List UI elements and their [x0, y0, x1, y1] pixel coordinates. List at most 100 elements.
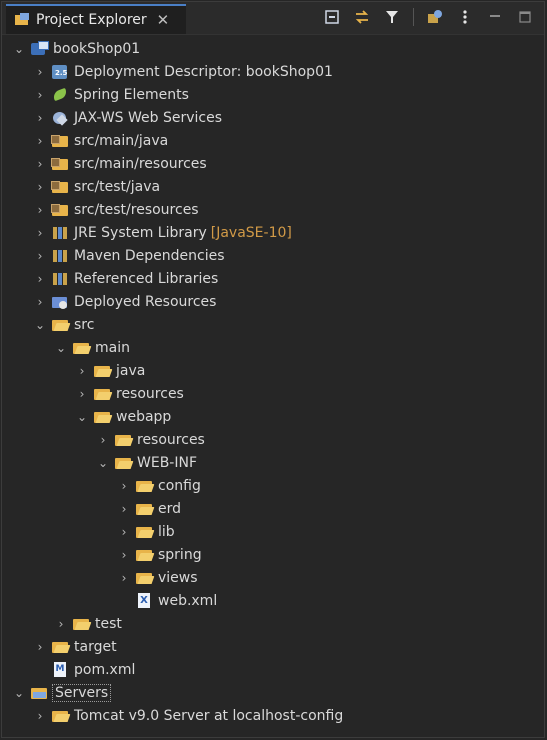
tree-item-webapp-resources[interactable]: › resources: [96, 428, 205, 451]
folder-icon: [72, 616, 90, 632]
minimize-icon[interactable]: [486, 8, 504, 26]
tree-item-label: Deployment Descriptor: bookShop01: [74, 63, 333, 80]
chevron-down-icon[interactable]: ⌄: [12, 685, 26, 701]
jre-version-decoration: [JavaSE-10]: [210, 224, 292, 241]
source-folder-icon: [51, 133, 69, 149]
tab-title: Project Explorer: [36, 12, 147, 28]
tree-item-src-main-java[interactable]: › src/main/java: [33, 129, 169, 152]
maximize-icon[interactable]: [516, 8, 534, 26]
folder-icon: [51, 639, 69, 655]
close-icon[interactable]: ✕: [157, 12, 170, 28]
project-explorer-view: Project Explorer ✕ ⌄ bookShop01 › 2.5 De…: [1, 1, 545, 738]
tree-item-config[interactable]: › config: [117, 474, 201, 497]
chevron-right-icon[interactable]: ›: [33, 87, 47, 103]
view-toolbar: Project Explorer ✕: [2, 2, 544, 35]
chevron-right-icon[interactable]: ›: [117, 547, 131, 563]
tree-item-label: Spring Elements: [74, 86, 189, 103]
chevron-right-icon[interactable]: ›: [117, 501, 131, 517]
tree-item-label: spring: [158, 546, 202, 563]
chevron-right-icon[interactable]: ›: [33, 225, 47, 241]
library-icon: [51, 248, 69, 264]
tree-item-jax-ws[interactable]: › JAX-WS Web Services: [33, 106, 222, 129]
chevron-right-icon[interactable]: ›: [117, 524, 131, 540]
view-menu-icon[interactable]: [456, 8, 474, 26]
folder-icon: [135, 501, 153, 517]
tree-item-test[interactable]: › test: [54, 612, 122, 635]
tree-item-src[interactable]: ⌄ src: [33, 313, 94, 336]
tree-item-web-xml[interactable]: web.xml: [117, 589, 217, 612]
toolbar-separator: [413, 8, 414, 26]
tree-item-java[interactable]: › java: [75, 359, 146, 382]
source-folder-icon: [51, 202, 69, 218]
folder-icon: [72, 340, 90, 356]
tree-item-src-test-java[interactable]: › src/test/java: [33, 175, 161, 198]
chevron-right-icon[interactable]: ›: [75, 363, 89, 379]
tree-item-label: main: [95, 339, 130, 356]
tree-item-tomcat-config[interactable]: › Tomcat v9.0 Server at localhost-config: [33, 704, 344, 727]
chevron-right-icon[interactable]: ›: [117, 570, 131, 586]
tree-item-servers[interactable]: ⌄ Servers: [12, 681, 112, 704]
tree-item-deployed-resources[interactable]: › Deployed Resources: [33, 290, 217, 313]
chevron-right-icon[interactable]: ›: [33, 248, 47, 264]
tree-item-label: config: [158, 477, 201, 494]
tree-item-spring-elements[interactable]: › Spring Elements: [33, 83, 189, 106]
focus-icon[interactable]: [426, 8, 444, 26]
tree-item-maven-dependencies[interactable]: › Maven Dependencies: [33, 244, 225, 267]
source-folder-icon: [51, 179, 69, 195]
tree-item-label: webapp: [116, 408, 172, 425]
tree-item-erd[interactable]: › erd: [117, 497, 181, 520]
collapse-all-icon[interactable]: [323, 8, 341, 26]
tree-item-web-inf[interactable]: ⌄ WEB-INF: [96, 451, 197, 474]
link-with-editor-icon[interactable]: [353, 8, 371, 26]
tree-item-label: src/main/java: [74, 132, 169, 149]
tree-item-deployment-descriptor[interactable]: › Deployment Descriptor: bookShop01: [33, 60, 333, 83]
tree-item-bookshop01[interactable]: ⌄ bookShop01: [12, 37, 140, 60]
tree-item-webapp[interactable]: ⌄ webapp: [75, 405, 171, 428]
chevron-right-icon[interactable]: ›: [75, 386, 89, 402]
chevron-right-icon[interactable]: ›: [96, 432, 110, 448]
servers-folder-icon: [30, 685, 48, 701]
tree-item-resources[interactable]: › resources: [75, 382, 184, 405]
tree-item-spring[interactable]: › spring: [117, 543, 202, 566]
tree-item-target[interactable]: › target: [33, 635, 117, 658]
chevron-right-icon[interactable]: ›: [33, 202, 47, 218]
chevron-right-icon[interactable]: ›: [54, 616, 68, 632]
chevron-down-icon[interactable]: ⌄: [12, 41, 26, 57]
tree-item-jre-system-library[interactable]: › JRE System Library [JavaSE-10]: [33, 221, 292, 244]
chevron-right-icon[interactable]: ›: [33, 294, 47, 310]
tree-item-label: bookShop01: [53, 40, 141, 57]
chevron-right-icon[interactable]: ›: [33, 708, 47, 724]
chevron-right-icon[interactable]: ›: [33, 271, 47, 287]
chevron-right-icon[interactable]: ›: [33, 156, 47, 172]
chevron-right-icon[interactable]: ›: [33, 64, 47, 80]
chevron-right-icon[interactable]: ›: [33, 133, 47, 149]
chevron-down-icon[interactable]: ⌄: [96, 455, 110, 471]
tree-item-src-main-resources[interactable]: › src/main/resources: [33, 152, 207, 175]
chevron-right-icon[interactable]: ›: [117, 478, 131, 494]
tree-item-lib[interactable]: › lib: [117, 520, 175, 543]
tree-item-referenced-libraries[interactable]: › Referenced Libraries: [33, 267, 219, 290]
chevron-down-icon[interactable]: ⌄: [33, 317, 47, 333]
chevron-down-icon[interactable]: ⌄: [54, 340, 68, 356]
chevron-right-icon[interactable]: ›: [33, 639, 47, 655]
tree-item-views[interactable]: › views: [117, 566, 198, 589]
tree-item-src-test-resources[interactable]: › src/test/resources: [33, 198, 199, 221]
filter-icon[interactable]: [383, 8, 401, 26]
chevron-right-icon[interactable]: ›: [33, 179, 47, 195]
folder-icon: [114, 455, 132, 471]
tree-item-label: src/test/resources: [74, 201, 199, 218]
folder-icon: [114, 432, 132, 448]
tree-item-label: JRE System Library: [74, 224, 207, 241]
chevron-down-icon[interactable]: ⌄: [75, 409, 89, 425]
folder-icon: [135, 570, 153, 586]
tree-item-pom-xml[interactable]: pom.xml: [33, 658, 135, 681]
folder-icon: [135, 478, 153, 494]
tree-item-label: resources: [116, 385, 184, 402]
tree-item-label: JAX-WS Web Services: [74, 109, 223, 126]
chevron-right-icon[interactable]: ›: [33, 110, 47, 126]
folder-icon: [93, 409, 111, 425]
tree-item-main[interactable]: ⌄ main: [54, 336, 130, 359]
tree-item-label: Deployed Resources: [74, 293, 217, 310]
tab-project-explorer[interactable]: Project Explorer ✕: [6, 4, 186, 34]
